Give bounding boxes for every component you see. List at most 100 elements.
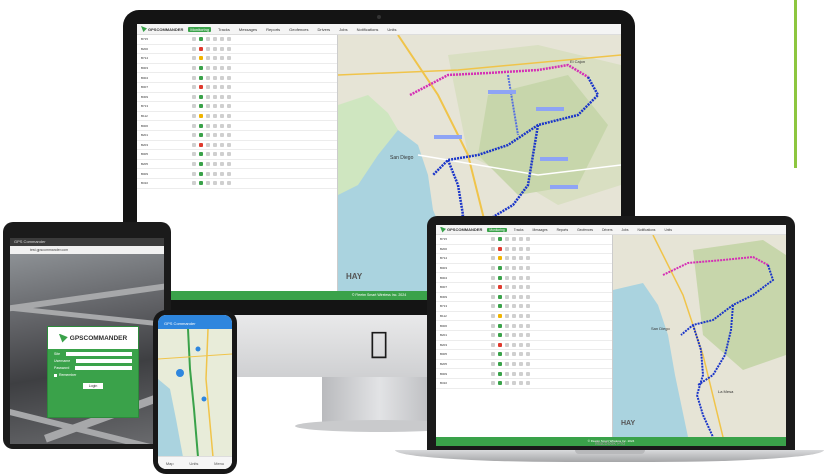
status-indicator-icon [519, 352, 523, 357]
svg-text:La Mesa: La Mesa [718, 389, 734, 394]
map-watermark: HAY [346, 272, 363, 281]
unit-row[interactable]: B004 [436, 273, 612, 283]
unit-row[interactable]: B005 [137, 150, 337, 160]
unit-row[interactable]: B004 [137, 73, 337, 83]
unit-row[interactable]: B713 [137, 102, 337, 112]
unit-row[interactable]: B200 [436, 245, 612, 255]
unit-row[interactable]: B205 [436, 360, 612, 370]
unit-row[interactable]: B200 [137, 45, 337, 55]
unit-row[interactable]: B310 [137, 179, 337, 189]
nav-monitoring[interactable]: Monitoring [487, 227, 507, 232]
unit-row[interactable]: B714 [137, 54, 337, 64]
status-indicator-icon [227, 37, 231, 42]
nav-monitoring[interactable]: Monitoring [188, 26, 212, 32]
tab-map[interactable]: Map [166, 461, 174, 466]
status-indicator-icon [227, 66, 231, 71]
status-indicator-icon [220, 94, 224, 99]
unit-row[interactable]: B006 [436, 321, 612, 331]
nav-geofences[interactable]: Geofences [287, 27, 310, 32]
unit-row[interactable]: B007 [137, 83, 337, 93]
nav-notifications[interactable]: Notifications [635, 228, 657, 232]
nav-geofences[interactable]: Geofences [575, 228, 595, 232]
nav-notifications[interactable]: Notifications [355, 27, 381, 32]
status-indicator-icon [206, 142, 210, 147]
browser-url-bar[interactable]: test.gpscommander.com [10, 246, 164, 254]
phone-map[interactable] [158, 328, 232, 458]
unit-row[interactable]: B203 [436, 341, 612, 351]
nav-jobs[interactable]: Jobs [620, 228, 631, 232]
nav-tracks[interactable]: Tracks [512, 228, 526, 232]
status-indicator-icon [512, 342, 516, 347]
site-input[interactable] [66, 352, 132, 356]
app-topbar: GPSCOMMANDER Monitoring Tracks Messages … [137, 24, 621, 35]
status-indicator-icon [505, 352, 509, 357]
nav-drivers[interactable]: Drivers [316, 27, 333, 32]
unit-row[interactable]: B009 [137, 169, 337, 179]
status-indicator-icon [227, 46, 231, 51]
status-indicator-icon [491, 304, 495, 309]
unit-row[interactable]: B006 [137, 121, 337, 131]
browser-tab[interactable]: GPS Commander [10, 238, 164, 246]
status-indicator-icon [526, 323, 530, 328]
status-indicator-icon [199, 94, 203, 99]
nav-reports[interactable]: Reports [555, 228, 571, 232]
nav-units[interactable]: Units [385, 27, 398, 32]
tab-units[interactable]: Units [189, 461, 198, 466]
unit-name: B713 [440, 304, 448, 309]
map-view[interactable]: San Diego La Mesa HAY [613, 235, 786, 437]
nav-reports[interactable]: Reports [264, 27, 282, 32]
status-indicator-icon [519, 285, 523, 290]
nav-drivers[interactable]: Drivers [600, 228, 614, 232]
status-indicator-icon [498, 371, 502, 376]
remember-row[interactable]: Remember [54, 373, 132, 377]
unit-row[interactable]: B205 [137, 160, 337, 170]
status-indicator-icon [526, 246, 530, 251]
vehicle-marker-icon[interactable] [176, 369, 184, 377]
status-indicator-icon [498, 237, 502, 242]
status-indicator-icon [498, 381, 502, 386]
unit-row[interactable]: B713 [436, 302, 612, 312]
tab-menu[interactable]: Menu [214, 461, 224, 466]
username-input[interactable] [76, 359, 132, 363]
unit-row[interactable]: B003 [436, 264, 612, 274]
password-input[interactable] [75, 366, 132, 370]
status-indicator-icon [505, 323, 509, 328]
unit-row[interactable]: B715 [137, 35, 337, 45]
unit-row[interactable]: B201 [436, 331, 612, 341]
status-indicator-icon [206, 46, 210, 51]
unit-row[interactable]: B310 [436, 379, 612, 389]
nav-messages[interactable]: Messages [237, 27, 259, 32]
unit-row[interactable]: B309 [137, 93, 337, 103]
unit-row[interactable]: B007 [436, 283, 612, 293]
unit-row[interactable]: B203 [137, 141, 337, 151]
status-indicator-icon [192, 37, 196, 42]
status-indicator-icon [213, 181, 217, 186]
unit-row[interactable]: B309 [436, 293, 612, 303]
unit-name: B201 [440, 333, 448, 338]
status-indicator-icon [213, 152, 217, 157]
status-indicator-icon [227, 114, 231, 119]
unit-row[interactable]: B112 [436, 312, 612, 322]
unit-row[interactable]: B112 [137, 112, 337, 122]
unit-row[interactable]: B005 [436, 350, 612, 360]
nav-messages[interactable]: Messages [531, 228, 550, 232]
site-field-row: Site [54, 352, 132, 356]
status-indicator-icon [220, 75, 224, 80]
nav-units[interactable]: Units [662, 228, 674, 232]
unit-row[interactable]: B715 [436, 235, 612, 245]
unit-row[interactable]: B714 [436, 254, 612, 264]
remember-checkbox[interactable] [54, 373, 57, 377]
unit-row[interactable]: B009 [436, 369, 612, 379]
unit-row[interactable]: B003 [137, 64, 337, 74]
unit-name: B006 [440, 323, 448, 328]
login-button[interactable]: Login [83, 383, 103, 389]
nav-jobs[interactable]: Jobs [337, 27, 349, 32]
status-indicator-icon [505, 333, 509, 338]
nav-tracks[interactable]: Tracks [216, 27, 232, 32]
status-indicator-icon [505, 342, 509, 347]
unit-row[interactable]: B201 [137, 131, 337, 141]
map-canvas[interactable]: San Diego La Mesa HAY [613, 235, 786, 437]
status-indicator-icon [526, 256, 530, 261]
status-indicator-icon [192, 114, 196, 119]
status-indicator-icon [206, 162, 210, 167]
